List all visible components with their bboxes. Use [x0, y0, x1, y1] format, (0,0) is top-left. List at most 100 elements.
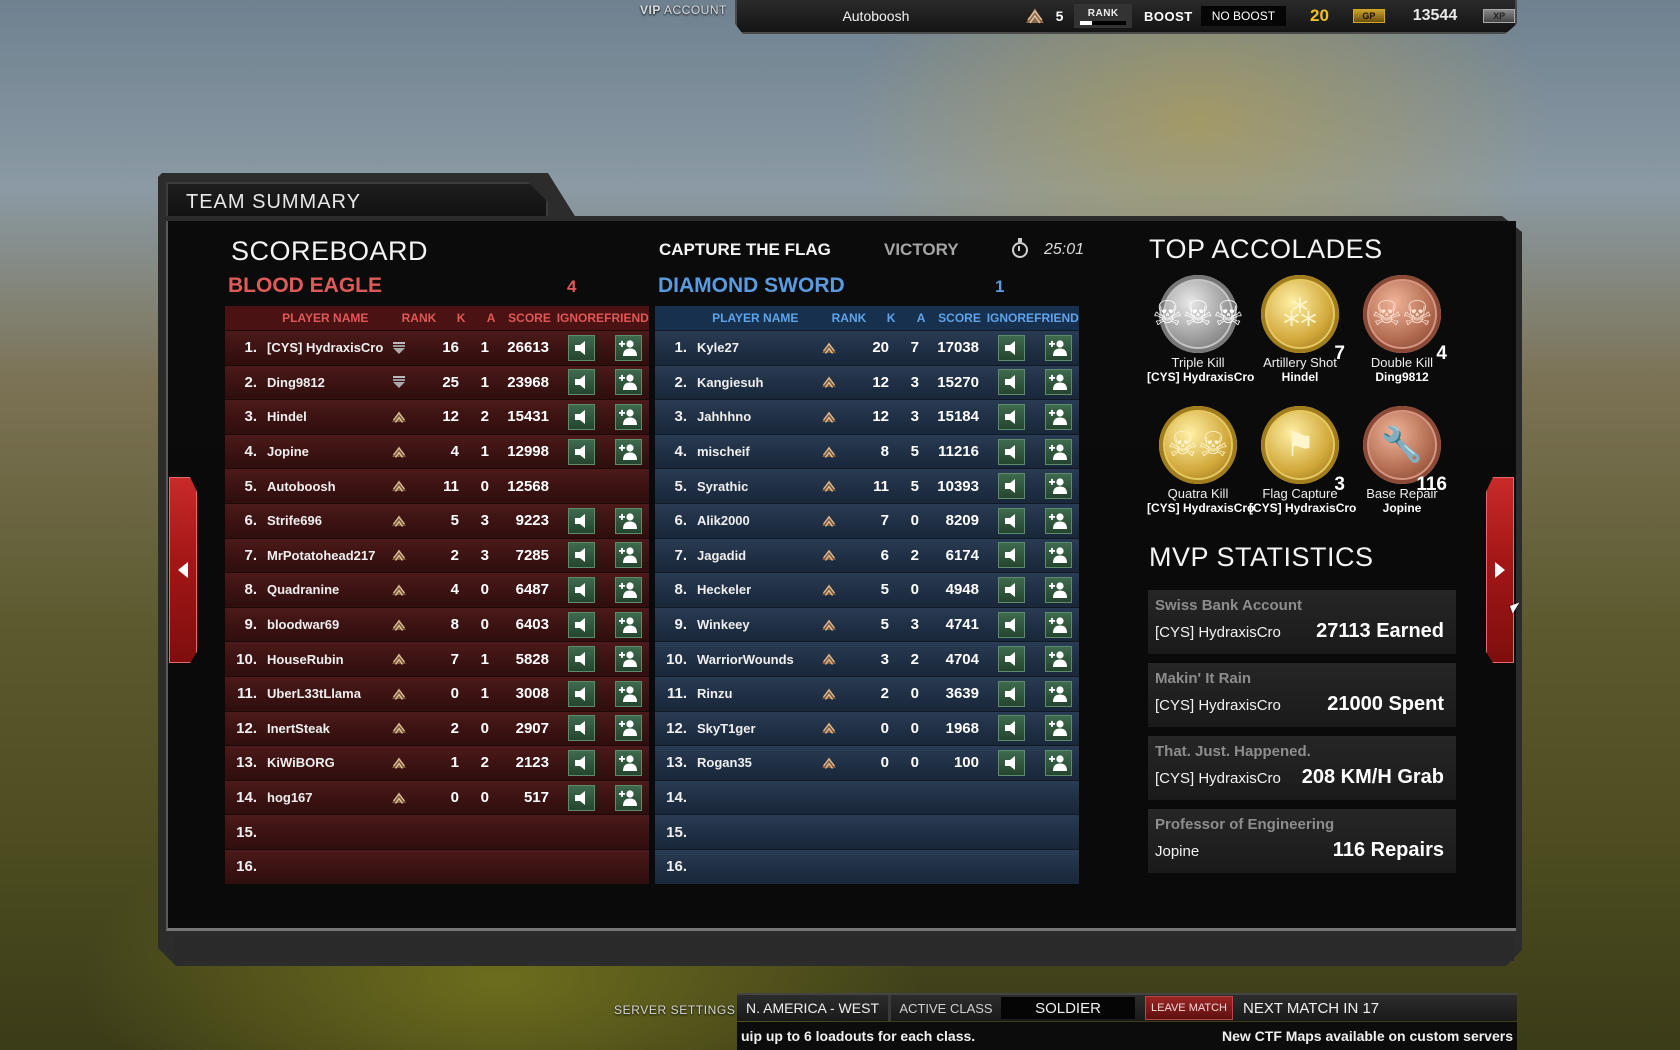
- ignore-player-button[interactable]: [997, 576, 1025, 603]
- table-row[interactable]: 11. UberL33tLlama 0 1 3008: [225, 675, 649, 711]
- add-friend-button[interactable]: [614, 334, 642, 361]
- add-friend-button[interactable]: [614, 542, 642, 569]
- add-friend-button[interactable]: [614, 507, 642, 534]
- column-header-assists[interactable]: A: [480, 311, 502, 325]
- table-row[interactable]: 2. Kangiesuh 12 3 15270: [655, 364, 1079, 400]
- ignore-player-button[interactable]: [997, 542, 1025, 569]
- table-row[interactable]: 6. Alik2000 7 0 8209: [655, 502, 1079, 538]
- ignore-player-button[interactable]: [997, 403, 1025, 430]
- column-header-player-name[interactable]: PLAYER NAME: [685, 311, 826, 325]
- table-row[interactable]: 14. hog167 0 0 517: [225, 779, 649, 815]
- add-friend-button[interactable]: [614, 715, 642, 742]
- ignore-player-button[interactable]: [997, 438, 1025, 465]
- ignore-player-button[interactable]: [997, 715, 1025, 742]
- add-friend-button[interactable]: [1044, 369, 1072, 396]
- table-row[interactable]: 16.: [225, 848, 649, 884]
- add-friend-button[interactable]: [614, 438, 642, 465]
- leave-match-button[interactable]: LEAVE MATCH: [1145, 996, 1233, 1020]
- column-header-friend[interactable]: FRIEND: [1034, 311, 1079, 325]
- table-row[interactable]: 3. Jahhhno 12 3 15184: [655, 399, 1079, 434]
- ignore-player-button[interactable]: [997, 334, 1025, 361]
- ignore-player-button[interactable]: [997, 680, 1025, 707]
- add-friend-button[interactable]: [614, 611, 642, 638]
- table-row[interactable]: 1. [CYS] HydraxisCro 16 1 26613: [225, 330, 649, 365]
- ignore-player-button[interactable]: [567, 542, 595, 569]
- ignore-player-button[interactable]: [567, 749, 595, 776]
- table-row[interactable]: 8. Quadranine 4 0 6487: [225, 572, 649, 607]
- column-header-friend[interactable]: FRIEND: [604, 311, 649, 325]
- add-friend-button[interactable]: [614, 403, 642, 430]
- ignore-player-button[interactable]: [997, 611, 1025, 638]
- add-friend-button[interactable]: [1044, 473, 1072, 500]
- ignore-player-button[interactable]: [567, 369, 595, 396]
- ignore-player-button[interactable]: [567, 438, 595, 465]
- column-header-ignore[interactable]: IGNORE: [557, 311, 604, 325]
- add-friend-button[interactable]: [1044, 749, 1072, 776]
- table-row[interactable]: 9. Winkeey 5 3 4741: [655, 606, 1079, 642]
- ignore-player-button[interactable]: [567, 784, 595, 811]
- table-row[interactable]: 5. Autoboosh 11 0 12568: [225, 468, 649, 503]
- table-row[interactable]: 3. Hindel 12 2 15431: [225, 399, 649, 434]
- ignore-player-button[interactable]: [567, 403, 595, 430]
- ignore-player-button[interactable]: [997, 369, 1025, 396]
- ignore-player-button[interactable]: [567, 680, 595, 707]
- table-row[interactable]: 13. KiWiBORG 1 2 2123: [225, 745, 649, 780]
- add-friend-button[interactable]: [1044, 576, 1072, 603]
- server-settings-button[interactable]: SERVER SETTINGS: [614, 1003, 735, 1017]
- table-row[interactable]: 12. InertSteak 2 0 2907: [225, 710, 649, 746]
- table-row[interactable]: 10. WarriorWounds 3 2 4704: [655, 641, 1079, 676]
- ignore-player-button[interactable]: [567, 334, 595, 361]
- table-row[interactable]: 6. Strife696 5 3 9223: [225, 502, 649, 538]
- previous-page-button[interactable]: [169, 477, 197, 663]
- add-friend-button[interactable]: [1044, 646, 1072, 673]
- table-row[interactable]: 14.: [655, 779, 1079, 815]
- table-row[interactable]: 15.: [225, 814, 649, 849]
- add-friend-button[interactable]: [1044, 507, 1072, 534]
- table-row[interactable]: 2. Ding9812 25 1 23968: [225, 364, 649, 400]
- table-row[interactable]: 7. Jagadid 6 2 6174: [655, 537, 1079, 573]
- column-header-score[interactable]: SCORE: [932, 311, 986, 325]
- ignore-player-button[interactable]: [567, 611, 595, 638]
- ignore-player-button[interactable]: [567, 715, 595, 742]
- add-friend-button[interactable]: [1044, 680, 1072, 707]
- active-class-value[interactable]: SOLDIER: [1001, 997, 1135, 1019]
- add-friend-button[interactable]: [1044, 611, 1072, 638]
- add-friend-button[interactable]: [1044, 542, 1072, 569]
- table-row[interactable]: 4. mischeif 8 5 11216: [655, 433, 1079, 469]
- column-header-kills[interactable]: K: [872, 311, 909, 325]
- ignore-player-button[interactable]: [997, 473, 1025, 500]
- table-row[interactable]: 12. SkyT1ger 0 0 1968: [655, 710, 1079, 746]
- ignore-player-button[interactable]: [567, 507, 595, 534]
- add-friend-button[interactable]: [1044, 715, 1072, 742]
- ignore-player-button[interactable]: [567, 576, 595, 603]
- add-friend-button[interactable]: [1044, 403, 1072, 430]
- ignore-player-button[interactable]: [997, 646, 1025, 673]
- table-row[interactable]: 11. Rinzu 2 0 3639: [655, 675, 1079, 711]
- table-row[interactable]: 1. Kyle27 20 7 17038: [655, 330, 1079, 365]
- add-friend-button[interactable]: [614, 369, 642, 396]
- column-header-score[interactable]: SCORE: [502, 311, 556, 325]
- column-header-player-name[interactable]: PLAYER NAME: [255, 311, 396, 325]
- table-row[interactable]: 4. Jopine 4 1 12998: [225, 433, 649, 469]
- table-row[interactable]: 15.: [655, 814, 1079, 849]
- add-friend-button[interactable]: [614, 749, 642, 776]
- column-header-kills[interactable]: K: [442, 311, 479, 325]
- ignore-player-button[interactable]: [997, 507, 1025, 534]
- table-row[interactable]: 5. Syrathic 11 5 10393: [655, 468, 1079, 503]
- next-page-button[interactable]: [1486, 477, 1514, 663]
- add-friend-button[interactable]: [614, 680, 642, 707]
- table-row[interactable]: 7. MrPotatohead217 2 3 7285: [225, 537, 649, 573]
- table-row[interactable]: 8. Heckeler 5 0 4948: [655, 572, 1079, 607]
- add-friend-button[interactable]: [614, 576, 642, 603]
- column-header-ignore[interactable]: IGNORE: [987, 311, 1034, 325]
- table-row[interactable]: 16.: [655, 848, 1079, 884]
- table-row[interactable]: 10. HouseRubin 7 1 5828: [225, 641, 649, 676]
- column-header-assists[interactable]: A: [910, 311, 932, 325]
- table-row[interactable]: 9. bloodwar69 8 0 6403: [225, 606, 649, 642]
- add-friend-button[interactable]: [614, 646, 642, 673]
- table-row[interactable]: 13. Rogan35 0 0 100: [655, 745, 1079, 780]
- add-friend-button[interactable]: [614, 784, 642, 811]
- column-header-rank[interactable]: RANK: [826, 311, 873, 325]
- add-friend-button[interactable]: [1044, 438, 1072, 465]
- add-friend-button[interactable]: [1044, 334, 1072, 361]
